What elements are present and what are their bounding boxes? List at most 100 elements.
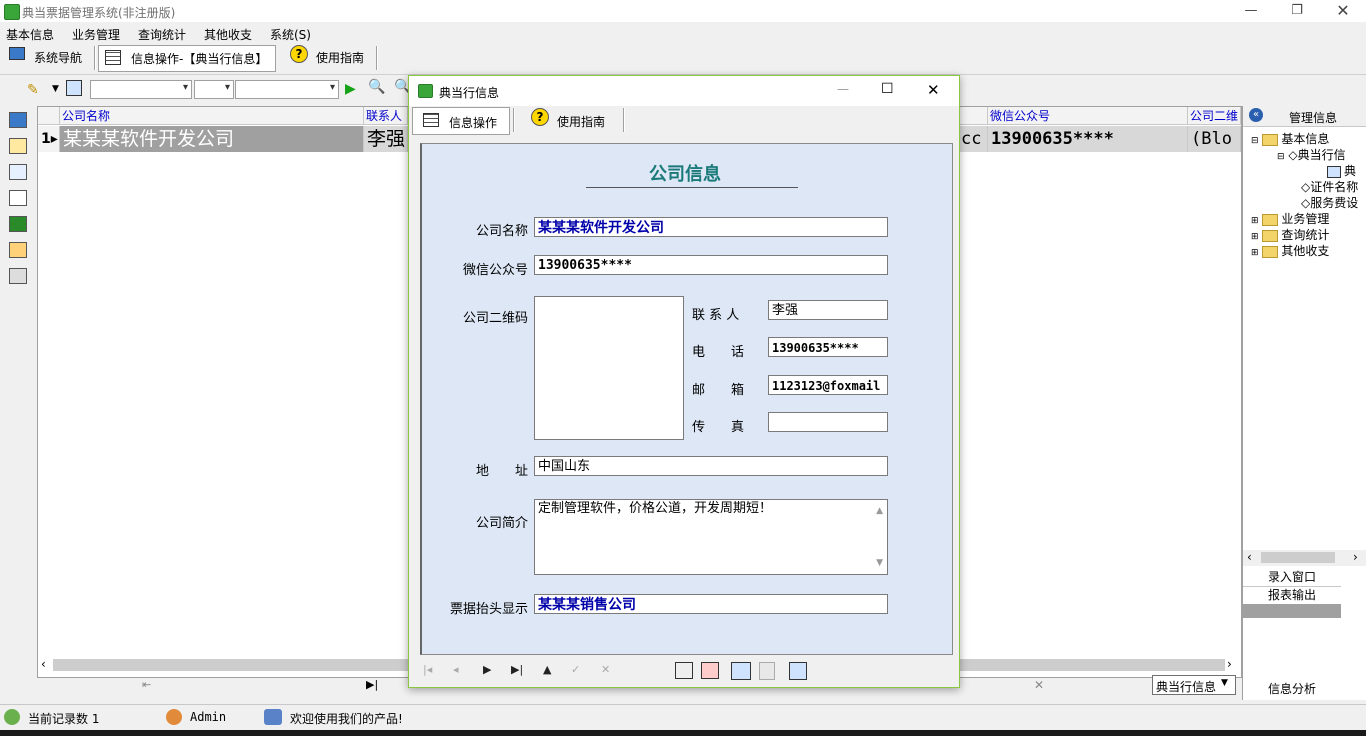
current-user: Admin	[190, 710, 227, 724]
play-disabled-icon[interactable]	[759, 662, 775, 680]
scroll-thumb[interactable]	[1261, 552, 1335, 563]
menu-query[interactable]: 查询统计	[138, 26, 186, 43]
tree-node-pawnshop-form[interactable]: 典	[1327, 162, 1356, 179]
operator-select[interactable]: ▾	[194, 80, 234, 99]
qr-code-image-box[interactable]	[534, 296, 684, 440]
prev-record-icon[interactable]: ◂	[453, 663, 459, 676]
management-panel: « 管理信息 ⊟ 基本信息 ⊟ ◇典当行信 典 ◇证件名称 ◇服务费设 ⊞ 业务…	[1242, 106, 1366, 700]
menu-business[interactable]: 业务管理	[72, 26, 120, 43]
info-operation-tab[interactable]: 信息操作-【典当行信息】	[98, 45, 276, 72]
wechat-field[interactable]: 13900635****	[534, 255, 888, 275]
scroll-right-icon[interactable]: ›	[1353, 550, 1358, 564]
company-name-field[interactable]: 某某某软件开发公司	[534, 217, 888, 237]
phone-field[interactable]: 13900635****	[768, 337, 888, 357]
row-indicator[interactable]: 1▸	[38, 126, 60, 152]
intro-textarea[interactable]: 定制管理软件，价格公道，开发周期短！ ▲ ▼	[534, 499, 888, 575]
contact-field[interactable]: 李强	[768, 300, 888, 320]
tree-node-other[interactable]: ⊞ 其他收支	[1251, 242, 1329, 259]
panel-selection-bar	[1243, 604, 1341, 618]
cell-contact[interactable]: 李强	[364, 126, 408, 152]
form-icon[interactable]	[9, 164, 27, 180]
scroll-left-icon[interactable]: ‹	[41, 657, 46, 671]
users-icon[interactable]	[9, 242, 27, 258]
menu-other[interactable]: 其他收支	[204, 26, 252, 43]
last-record-icon[interactable]: ▶|	[366, 678, 378, 691]
entry-window-button[interactable]: 录入窗口	[1243, 568, 1341, 587]
next-record-icon[interactable]: ▶	[483, 663, 491, 676]
scroll-left-icon[interactable]: ‹	[1247, 550, 1252, 564]
minimize-icon[interactable]: —	[1228, 0, 1274, 22]
add-record-icon[interactable]: ▲	[543, 663, 551, 676]
confirm-icon[interactable]: ✓	[571, 663, 580, 676]
fax-field[interactable]	[768, 412, 888, 432]
company-info-form: 公司信息 公司名称 某某某软件开发公司 微信公众号 13900635**** 公…	[420, 143, 953, 655]
cell-company-name[interactable]: 某某某软件开发公司	[60, 126, 364, 152]
user-guide-button[interactable]: 使用指南	[316, 47, 364, 69]
close-icon[interactable]: ✕	[1320, 0, 1366, 22]
cancel-icon[interactable]: ✕	[1034, 678, 1044, 692]
email-field[interactable]: 1123123@foxmail	[768, 375, 888, 395]
dialog-close-icon[interactable]: ✕	[927, 81, 940, 99]
cell-qr[interactable]: (Blo	[1188, 126, 1241, 152]
trash-icon[interactable]	[9, 268, 27, 284]
panel-hscroll[interactable]: ‹ ›	[1243, 550, 1366, 566]
cell-hidden[interactable]: cc	[958, 126, 988, 152]
report-output-button[interactable]: 报表输出	[1243, 586, 1341, 604]
tree-node-pawnshop-info[interactable]: ⊟ ◇典当行信	[1277, 146, 1346, 163]
tree-node-business[interactable]: ⊞ 业务管理	[1251, 210, 1329, 227]
window-icon[interactable]	[9, 112, 27, 128]
first-record-icon[interactable]: ⇤	[142, 678, 151, 691]
print-setup-icon[interactable]	[701, 662, 719, 679]
tree-node-service-fee[interactable]: ◇服务费设	[1301, 194, 1358, 211]
first-record-icon[interactable]: |◂	[423, 663, 432, 676]
scroll-down-icon[interactable]: ▼	[876, 554, 883, 572]
column-header-company[interactable]: 公司名称	[60, 107, 364, 125]
folder-icon	[1262, 213, 1279, 226]
left-toolbar	[0, 104, 34, 700]
dialog-tab-info[interactable]: 信息操作	[412, 107, 510, 135]
scroll-up-icon[interactable]: ▲	[876, 502, 883, 520]
document-icon[interactable]	[9, 190, 27, 206]
search-icon[interactable]	[789, 662, 807, 680]
preview-icon[interactable]	[731, 662, 751, 680]
cell-wechat[interactable]: 13900635****	[988, 126, 1188, 152]
search-icon[interactable]	[66, 80, 82, 96]
column-header-hidden[interactable]	[958, 107, 988, 125]
dialog-tab-guide[interactable]: 使用指南	[557, 113, 605, 130]
label-receipt-header: 票据抬头显示	[449, 602, 528, 617]
last-record-icon[interactable]: ▶|	[511, 663, 523, 676]
edit-pencil-icon[interactable]: ✎	[27, 82, 39, 98]
chart-icon[interactable]	[9, 216, 27, 232]
receipt-header-field[interactable]: 某某某销售公司	[534, 594, 888, 614]
find-icon[interactable]: 🔍	[368, 79, 385, 95]
tree-node-basic-info[interactable]: ⊟ 基本信息	[1251, 130, 1329, 147]
info-analysis-button[interactable]: 信息分析	[1243, 680, 1341, 698]
main-toolbar: 系统导航 信息操作-【典当行信息】 ? 使用指南	[0, 42, 1366, 72]
table-select[interactable]: 典当行信息 ▼	[1152, 675, 1236, 695]
value-select[interactable]: ▾	[235, 80, 339, 99]
menu-basic-info[interactable]: 基本信息	[6, 26, 54, 43]
system-nav-button[interactable]: 系统导航	[34, 47, 82, 69]
restore-icon[interactable]: ❐	[1274, 0, 1320, 22]
form-icon	[1327, 165, 1341, 178]
column-header-qr[interactable]: 公司二维	[1188, 107, 1241, 125]
folder-icon	[1262, 229, 1279, 242]
tree-icon[interactable]	[9, 138, 27, 154]
scroll-right-icon[interactable]: ›	[1227, 657, 1232, 671]
form-title-underline	[586, 187, 798, 188]
column-header-contact[interactable]: 联系人	[364, 107, 408, 125]
field-select[interactable]: ▾	[90, 80, 192, 99]
print-icon[interactable]	[675, 662, 693, 679]
dialog-maximize-icon[interactable]: ☐	[881, 81, 894, 97]
cancel-icon[interactable]: ✕	[601, 663, 610, 676]
play-icon[interactable]: ▶	[345, 81, 356, 97]
dropdown-arrow-icon[interactable]: ▼	[52, 84, 59, 94]
address-field[interactable]: 中国山东	[534, 456, 888, 476]
tree-node-id-types[interactable]: ◇证件名称	[1301, 178, 1358, 195]
collapse-panel-icon[interactable]: «	[1249, 108, 1263, 122]
menu-system[interactable]: 系统(S)	[270, 26, 311, 43]
tree-node-query[interactable]: ⊞ 查询统计	[1251, 226, 1329, 243]
dialog-minimize-icon[interactable]: —	[837, 82, 849, 96]
navigation-icon	[9, 47, 25, 60]
column-header-wechat[interactable]: 微信公众号	[988, 107, 1188, 125]
